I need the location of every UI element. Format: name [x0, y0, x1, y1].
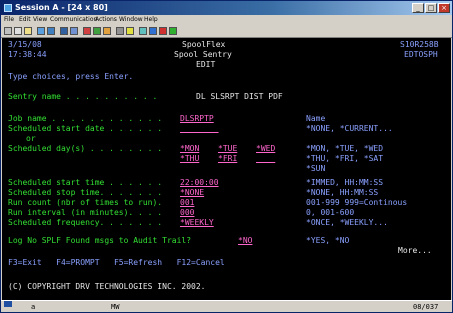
stop-time-label: Scheduled stop time. . . . . . . — [8, 188, 163, 197]
or-label: or — [26, 134, 36, 143]
cursor-position: 08/037 — [413, 303, 439, 311]
play-icon[interactable] — [93, 27, 101, 35]
paste-icon[interactable] — [24, 27, 32, 35]
days-label: Scheduled day(s) . . . . . . . . — [8, 144, 163, 153]
keyboard-icon[interactable] — [116, 27, 124, 35]
status-left: a — [31, 303, 36, 311]
window-title: Session A - [24 x 80] — [15, 3, 108, 12]
header-sys-id: S10R258B — [400, 40, 439, 49]
stop-time-input[interactable]: *NONE — [180, 188, 204, 198]
header-screen-id: EDTOSPH — [404, 50, 438, 59]
days-hint-1: *MON, *TUE, *WED — [306, 144, 384, 153]
menu-actions[interactable]: Actions — [95, 15, 117, 25]
status-mid: MW — [111, 303, 120, 311]
help-icon[interactable] — [126, 27, 134, 35]
run-interval-label: Run interval (in minutes). . . . — [8, 208, 163, 217]
days-hint-3: *SUN — [306, 164, 326, 173]
menu-file[interactable]: File — [4, 15, 14, 25]
day-wed-input[interactable]: *WED — [256, 144, 275, 154]
frequency-hint: *ONCE, *WEEKLY... — [306, 218, 388, 227]
frequency-input[interactable]: *WEEKLY — [180, 218, 214, 228]
day-tue-input[interactable]: *TUE — [218, 144, 237, 154]
map-icon[interactable] — [139, 27, 147, 35]
run-count-hint: 001-999 999=Continous — [306, 198, 408, 207]
run-count-input[interactable]: 001 — [180, 198, 194, 208]
close-button[interactable]: × — [438, 3, 450, 13]
copyright: (C) COPYRIGHT DRV TECHNOLOGIES INC. 2002… — [8, 282, 206, 291]
session-icon — [4, 4, 12, 12]
header-date: 3/15/08 — [8, 40, 42, 49]
support-icon[interactable] — [149, 27, 157, 35]
display-icon[interactable] — [60, 27, 68, 35]
menu-communication[interactable]: Communication — [50, 15, 97, 25]
header-mode: EDIT — [196, 60, 216, 69]
menu-edit[interactable]: Edit — [19, 15, 31, 25]
menu-help[interactable]: Help — [144, 15, 158, 25]
copy-icon[interactable] — [14, 27, 22, 35]
job-name-input[interactable]: DLSRPTP — [180, 114, 214, 124]
terminal-screen[interactable]: 3/15/08 SpoolFlex S10R258B 17:38:44 Spoo… — [2, 38, 451, 300]
log-hint: *YES, *NO — [306, 236, 350, 245]
job-name-hint: Name — [306, 114, 326, 123]
header-time: 17:38:44 — [8, 50, 47, 59]
start-time-label: Scheduled start time . . . . . . — [8, 178, 163, 187]
record-icon[interactable] — [83, 27, 91, 35]
start-date-input[interactable] — [180, 124, 219, 134]
frequency-label: Scheduled frequency. . . . . . . — [8, 218, 163, 227]
start-time-hint: *IMMED, HH:MM:SS — [306, 178, 384, 187]
maximize-button[interactable]: □ — [425, 3, 437, 13]
header-system: SpoolFlex — [182, 40, 226, 49]
menu-view[interactable]: View — [33, 15, 47, 25]
receive-icon[interactable] — [47, 27, 55, 35]
go-icon[interactable] — [169, 27, 177, 35]
day-mon-input[interactable]: *MON — [180, 144, 199, 154]
menu-bar: File Edit View Communication Actions Win… — [1, 15, 452, 25]
minimize-button[interactable]: _ — [412, 3, 424, 13]
session-status-icon — [4, 301, 12, 307]
stop-icon[interactable] — [159, 27, 167, 35]
job-name-label: Job name . . . . . . . . . . . . — [8, 114, 163, 123]
start-time-input[interactable]: 22:00:00 — [180, 178, 219, 188]
send-icon[interactable] — [37, 27, 45, 35]
title-bar: Session A - [24 x 80] _ □ × — [1, 1, 452, 15]
run-interval-hint: 0, 001-600 — [306, 208, 355, 217]
toolbar — [1, 25, 452, 38]
instructions: Type choices, press Enter. — [8, 72, 134, 81]
emulator-window: Session A - [24 x 80] _ □ × File Edit Vi… — [0, 0, 453, 313]
color-icon[interactable] — [103, 27, 111, 35]
start-date-hint: *NONE, *CURRENT... — [306, 124, 393, 133]
start-date-label: Scheduled start date . . . . . . — [8, 124, 163, 133]
macro-icon[interactable] — [70, 27, 78, 35]
log-label: Log No SPLF Found msgs to Audit Trail? — [8, 236, 192, 245]
sentry-name-value: DL SLSRPT DIST PDF — [196, 92, 283, 101]
run-count-label: Run count (nbr of times to run). — [8, 198, 163, 207]
menu-window[interactable]: Window — [119, 15, 143, 25]
stop-time-hint: *NONE, HH:MM:SS — [306, 188, 379, 197]
sentry-name-label: Sentry name . . . . . . . . . . — [8, 92, 158, 101]
more-indicator: More... — [398, 246, 432, 255]
run-interval-input[interactable]: 000 — [180, 208, 194, 218]
function-keys[interactable]: F3=Exit F4=PROMPT F5=Refresh F12=Cancel — [8, 258, 225, 268]
day-fri-input[interactable]: *FRI — [218, 154, 237, 164]
days-hint-2: *THU, *FRI, *SAT — [306, 154, 384, 163]
header-program: Spool Sentry — [174, 50, 232, 59]
status-bar: a MW 08/037 — [1, 300, 452, 312]
log-input[interactable]: *NO — [238, 236, 252, 246]
day-thu-input[interactable]: *THU — [180, 154, 199, 164]
print-icon[interactable] — [4, 27, 12, 35]
day-blank-input[interactable] — [256, 154, 275, 164]
